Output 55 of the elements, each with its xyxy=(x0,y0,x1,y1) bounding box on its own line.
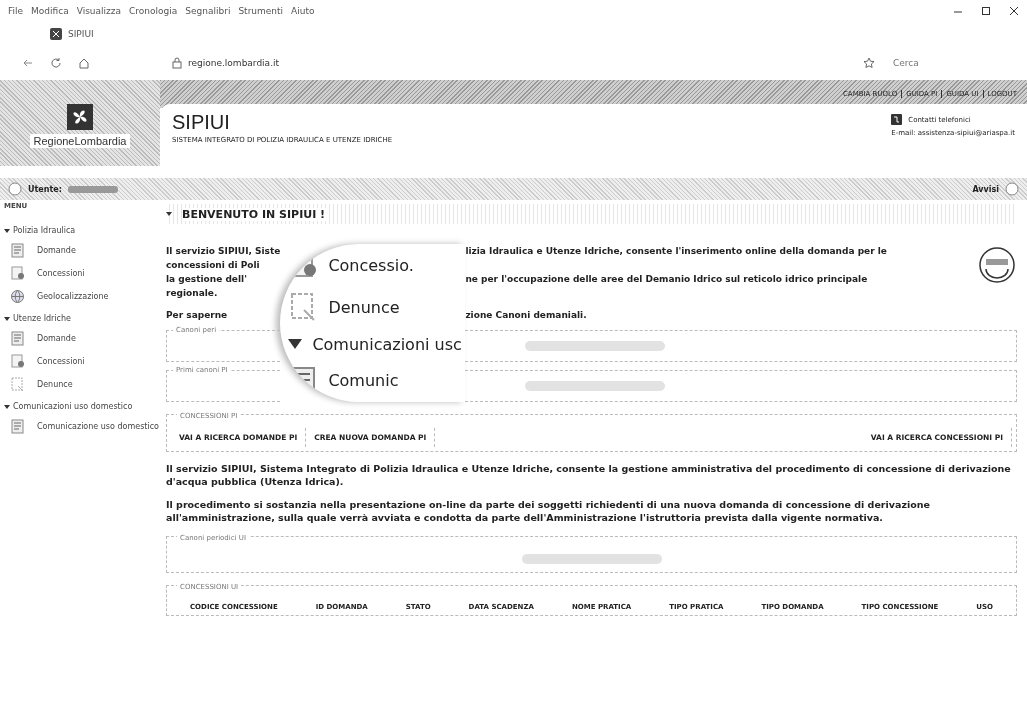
user-icon xyxy=(8,182,22,196)
menu-item[interactable]: Domande xyxy=(4,327,160,350)
app-title: SIPIUI xyxy=(172,110,231,134)
intro-text: concessioni di Poli xyxy=(166,259,261,272)
logo-icon xyxy=(67,104,93,130)
menu-group[interactable]: Polizia Idraulica xyxy=(4,226,160,235)
form-icon xyxy=(10,419,25,434)
notice-icon xyxy=(1005,182,1019,196)
intro-text: lizia Idraulica e Utenze Idriche, consente l'inserimento online della domanda per le xyxy=(465,245,888,258)
star-icon xyxy=(863,57,875,69)
menu-item[interactable]: Concessioni xyxy=(4,262,160,285)
menu-item[interactable]: Visualizza xyxy=(76,6,122,16)
paragraph: Il procedimento si sostanzia nella presentazione on-line da parte dei soggetti richiedenti di una nuova domanda di concessione di derivazione all'amministrazione, sulla quale verrà avviata e condotta da parte dell'Amministrazione l'istruttoria prevista dalla vigente normativa. xyxy=(166,498,931,524)
intro-text: zione Canoni demaniali. xyxy=(465,309,588,322)
payment-logo-icon xyxy=(977,245,1017,285)
paragraph: Il servizio SIPIUI, Sistema Integrato di Polizia Idraulica e Utenze Idriche, consente la gestione amministrativa del procedimento di concessione di derivazione d'acqua pubblica (Utenza Idrica). xyxy=(166,462,1012,488)
notices-label: Avvisi xyxy=(972,184,999,194)
form-icon xyxy=(10,331,25,346)
intro-text: Il servizio SIPIUI, Siste xyxy=(166,245,281,258)
user-label: Utente: xyxy=(28,184,62,194)
menu-item[interactable]: Denunce xyxy=(4,373,160,396)
intro-text: ne per l'occupazione delle aree del Demanio Idrico sul reticolo idrico principale xyxy=(465,273,869,286)
menu-item[interactable]: Geolocalizzazione xyxy=(4,285,160,308)
menu-item[interactable]: Aiuto xyxy=(291,6,315,16)
reload-icon xyxy=(50,57,62,69)
menu-group[interactable]: Utenze Idriche xyxy=(4,314,160,323)
maximize-icon xyxy=(981,6,991,16)
collapse-icon xyxy=(166,212,172,216)
menu-item[interactable]: Comunicazione uso domestico xyxy=(4,415,160,438)
seal-icon xyxy=(10,354,25,369)
back-icon xyxy=(22,57,34,69)
logo-text: RegioneLombardia xyxy=(29,134,131,148)
expand-icon xyxy=(288,339,303,350)
menu-item[interactable]: File xyxy=(8,6,24,16)
lock-icon xyxy=(172,57,182,69)
menu-item[interactable]: Strumenti xyxy=(238,6,284,16)
menu-item[interactable]: Domande xyxy=(4,239,160,262)
intro-text: Per saperne xyxy=(166,309,229,322)
globe-icon xyxy=(10,289,25,304)
menu-item[interactable]: Cronologia xyxy=(129,6,178,16)
browser-tab[interactable]: SIPIUI xyxy=(50,28,94,40)
site-icon xyxy=(50,28,62,40)
seal-icon xyxy=(10,266,25,281)
address-field[interactable]: regione.lombardia.it xyxy=(166,54,847,72)
report-icon xyxy=(10,377,25,392)
intro-text: regionale. xyxy=(166,287,219,300)
menu-group[interactable]: Comunicazioni uso domestico xyxy=(4,402,160,411)
menu-item[interactable]: Concessioni xyxy=(4,350,160,373)
menu-item[interactable]: Modifica xyxy=(31,6,69,16)
close-icon xyxy=(1009,6,1019,16)
intro-text: la gestione dell' xyxy=(166,273,248,286)
home-icon xyxy=(78,57,90,69)
form-icon xyxy=(10,243,25,258)
redacted-name xyxy=(67,185,118,193)
menu-item[interactable]: Segnalibri xyxy=(185,6,231,16)
